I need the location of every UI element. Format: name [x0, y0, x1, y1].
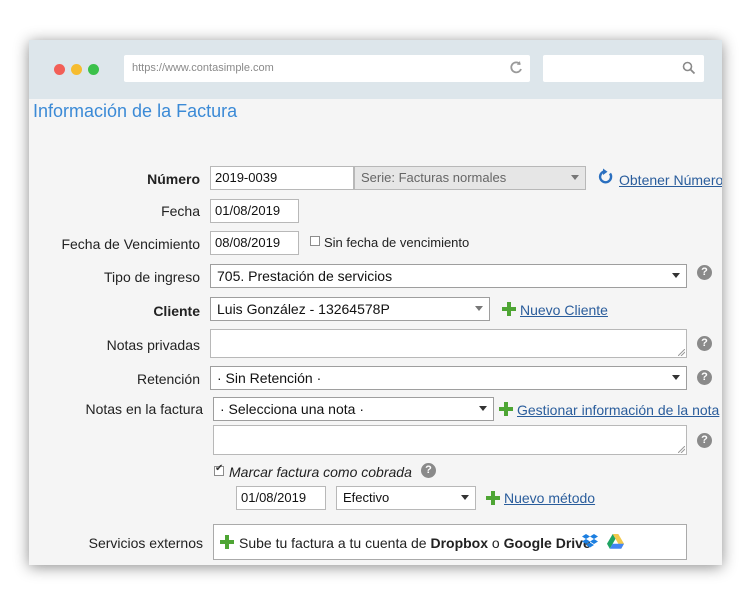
nuevo-metodo-link[interactable]: Nuevo método — [504, 490, 595, 506]
chevron-down-icon — [571, 175, 579, 180]
resize-grip-icon[interactable] — [678, 349, 685, 356]
search-icon — [682, 61, 696, 75]
vencimiento-label: Fecha de Vencimiento — [61, 236, 200, 252]
notas-privadas-textarea[interactable] — [210, 329, 687, 358]
maximize-window-button[interactable] — [88, 64, 99, 75]
cliente-label: Cliente — [153, 303, 200, 319]
metodo-pago-value: Efectivo — [343, 490, 390, 505]
browser-chrome: https://www.contasimple.com — [29, 40, 722, 99]
help-icon[interactable]: ? — [697, 336, 712, 351]
notas-factura-label: Notas en la factura — [85, 401, 203, 417]
retencion-label: Retención — [136, 371, 200, 387]
sin-vencimiento-label: Sin fecha de vencimiento — [324, 235, 470, 250]
numero-field[interactable]: 2019-0039 — [210, 166, 354, 190]
tipo-ingreso-select[interactable]: 705. Prestación de servicios — [210, 264, 687, 288]
address-bar[interactable]: https://www.contasimple.com — [124, 55, 530, 82]
notas-factura-value: · Selecciona una nota · — [220, 401, 364, 417]
cobrada-fecha-field[interactable]: 01/08/2019 — [236, 486, 326, 510]
numero-label: Número — [147, 171, 200, 187]
cliente-select[interactable]: Luis González - 13264578P — [210, 297, 490, 321]
help-icon[interactable]: ? — [421, 463, 436, 478]
sin-vencimiento-checkbox[interactable] — [310, 236, 320, 246]
chevron-down-icon — [479, 406, 487, 411]
cliente-value: Luis González - 13264578P — [217, 301, 390, 317]
close-window-button[interactable] — [54, 64, 65, 75]
chevron-down-icon — [672, 375, 680, 380]
dropbox-link[interactable]: Dropbox — [430, 535, 488, 551]
serie-value: Serie: Facturas normales — [361, 170, 507, 185]
google-drive-icon[interactable] — [607, 534, 624, 549]
page-title: Información de la Factura — [33, 101, 238, 121]
add-icon[interactable] — [220, 535, 234, 549]
cobrada-checkbox[interactable] — [214, 463, 224, 476]
retencion-select[interactable]: · Sin Retención · — [210, 366, 687, 390]
browser-window: https://www.contasimple.com Información … — [29, 40, 722, 565]
obtener-numero-link[interactable]: Obtener Número — [619, 172, 722, 188]
help-icon[interactable]: ? — [697, 370, 712, 385]
chevron-down-icon — [672, 273, 680, 278]
servicios-msg-pre: Sube tu factura a tu cuenta de — [239, 535, 431, 551]
help-icon[interactable]: ? — [697, 265, 712, 280]
reload-icon[interactable] — [508, 59, 524, 77]
tipo-ingreso-value: 705. Prestación de servicios — [217, 268, 393, 284]
fecha-field[interactable]: 01/08/2019 — [210, 199, 299, 223]
notas-factura-select[interactable]: · Selecciona una nota · — [213, 397, 494, 421]
serie-select[interactable]: Serie: Facturas normales — [354, 166, 586, 190]
cobrada-label: Marcar factura como cobrada — [229, 464, 412, 480]
add-icon[interactable] — [486, 491, 500, 505]
gdrive-link[interactable]: Google Drive — [504, 535, 591, 551]
servicios-msg-mid: o — [488, 535, 504, 551]
chevron-down-icon — [475, 306, 483, 311]
vencimiento-field[interactable]: 08/08/2019 — [210, 231, 299, 255]
tipo-ingreso-label: Tipo de ingreso — [104, 269, 200, 285]
refresh-icon[interactable] — [598, 168, 614, 186]
notas-privadas-label: Notas privadas — [106, 337, 200, 353]
add-icon[interactable] — [499, 402, 513, 416]
gestionar-nota-link[interactable]: Gestionar información de la nota — [517, 402, 719, 418]
nuevo-cliente-link[interactable]: Nuevo Cliente — [520, 302, 608, 318]
servicios-message: Sube tu factura a tu cuenta de Dropbox o… — [239, 535, 591, 551]
metodo-pago-select[interactable]: Efectivo — [336, 486, 476, 510]
minimize-window-button[interactable] — [71, 64, 82, 75]
resize-grip-icon[interactable] — [678, 446, 685, 453]
browser-search-bar[interactable] — [543, 55, 704, 82]
retencion-value: · Sin Retención · — [217, 370, 322, 386]
chevron-down-icon — [461, 495, 469, 500]
notas-factura-textarea[interactable] — [213, 425, 687, 455]
dropbox-icon[interactable] — [582, 534, 598, 549]
url-text: https://www.contasimple.com — [132, 62, 274, 74]
fecha-label: Fecha — [161, 203, 200, 219]
help-icon[interactable]: ? — [697, 433, 712, 448]
servicios-externos-box: Sube tu factura a tu cuenta de Dropbox o… — [213, 524, 687, 560]
add-icon[interactable] — [502, 302, 516, 316]
servicios-label: Servicios externos — [88, 535, 203, 551]
